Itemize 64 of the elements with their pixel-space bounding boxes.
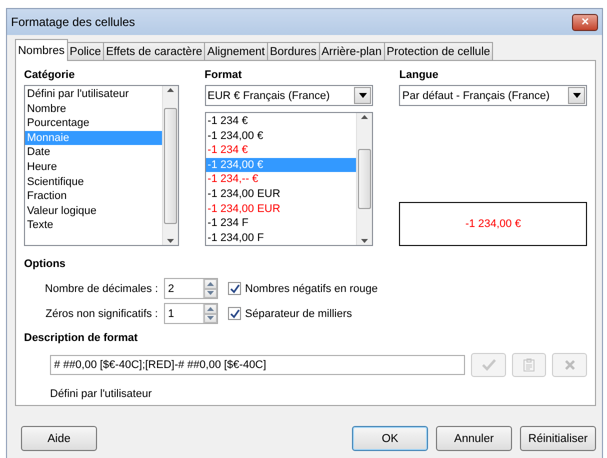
dropdown-button[interactable]	[354, 87, 372, 104]
field-label: Zéros non significatifs :	[44, 308, 159, 320]
dropdown-button[interactable]	[568, 87, 585, 104]
scroll-down-icon[interactable]	[361, 239, 368, 243]
list-item[interactable]: -1 234 €	[206, 143, 356, 158]
tab[interactable]: Nombres	[15, 39, 68, 61]
tab[interactable]: Bordures	[266, 42, 320, 61]
delete-icon	[564, 359, 576, 371]
list-item[interactable]: Date	[25, 145, 162, 160]
list-item[interactable]: Nombre	[25, 102, 162, 116]
down-arrow-icon	[358, 93, 367, 98]
tab[interactable]: Alignement	[204, 42, 268, 61]
clipboard-icon	[523, 358, 536, 372]
format-comment: Défini par l'utilisateur	[49, 388, 153, 400]
up-arrow-icon	[207, 282, 214, 286]
section-heading: Format	[204, 69, 243, 81]
list-item[interactable]: -1 234 €	[206, 114, 356, 129]
list-item[interactable]: -1 234,00 F	[206, 230, 356, 245]
currency-dropdown[interactable]: EUR € Français (France)	[204, 85, 374, 106]
down-arrow-icon	[572, 93, 580, 98]
list-item[interactable]: Pourcentage	[25, 116, 162, 131]
dialog-button[interactable]: Réinitialiser	[520, 426, 596, 451]
tab[interactable]: Effets de caractère	[102, 42, 206, 61]
check-icon	[482, 359, 496, 371]
window-title: Formatage des cellules	[11, 15, 136, 29]
section-heading: Catégorie	[24, 69, 76, 81]
help-button[interactable]: Aide	[21, 426, 97, 451]
list-item[interactable]: -1 234,00 EUR	[206, 186, 356, 202]
checkbox-label[interactable]: Séparateur de milliers	[245, 308, 352, 320]
tab[interactable]: Protection de cellule	[384, 42, 494, 61]
section-heading: Description de format	[24, 332, 139, 344]
scroll-down-icon[interactable]	[166, 239, 174, 243]
checkbox[interactable]	[228, 307, 241, 320]
up-arrow-icon	[207, 306, 214, 311]
list-item[interactable]: -1 234,-- €	[206, 172, 356, 187]
tab[interactable]: Arrière-plan	[318, 42, 385, 61]
checkbox[interactable]	[228, 282, 241, 295]
list-item[interactable]: -1 234 F	[206, 216, 356, 231]
list-item[interactable]: Scientifique	[25, 174, 162, 190]
dialog-button[interactable]: OK	[352, 426, 428, 451]
scrollbar[interactable]	[162, 86, 178, 245]
down-arrow-icon	[207, 316, 214, 320]
tab[interactable]: Police	[66, 42, 104, 61]
field-label: Nombre de décimales :	[44, 282, 159, 294]
list-item[interactable]: Texte	[25, 218, 162, 233]
scroll-up-icon[interactable]	[166, 88, 174, 92]
preview-text: -1 234,00 €	[465, 218, 521, 230]
number-field[interactable]: 1	[164, 303, 218, 324]
language-dropdown[interactable]: Par défaut - Français (France)	[399, 85, 587, 106]
list-item[interactable]: Fraction	[25, 189, 162, 204]
number-field[interactable]: 2	[164, 278, 218, 299]
scrollbar[interactable]	[356, 113, 372, 245]
section-heading: Langue	[399, 69, 440, 81]
down-arrow-icon	[207, 291, 214, 296]
dialog-button[interactable]: Annuler	[436, 426, 512, 451]
list-item[interactable]: Heure	[25, 160, 162, 175]
list-item[interactable]: Valeur logique	[25, 204, 162, 218]
list-item[interactable]: -1 234,00 €	[206, 128, 356, 144]
section-heading: Options	[24, 258, 67, 270]
list-item[interactable]: -1 234,00 EUR	[206, 202, 356, 216]
checkbox-label[interactable]: Nombres négatifs en rouge	[245, 282, 378, 294]
list-item[interactable]: Défini par l'utilisateur	[25, 87, 162, 102]
format-code-field[interactable]: # ##0,00 [$€-40C];[RED]-# ##0,00 [$€-40C]	[50, 355, 466, 375]
scroll-up-icon[interactable]	[361, 115, 368, 119]
